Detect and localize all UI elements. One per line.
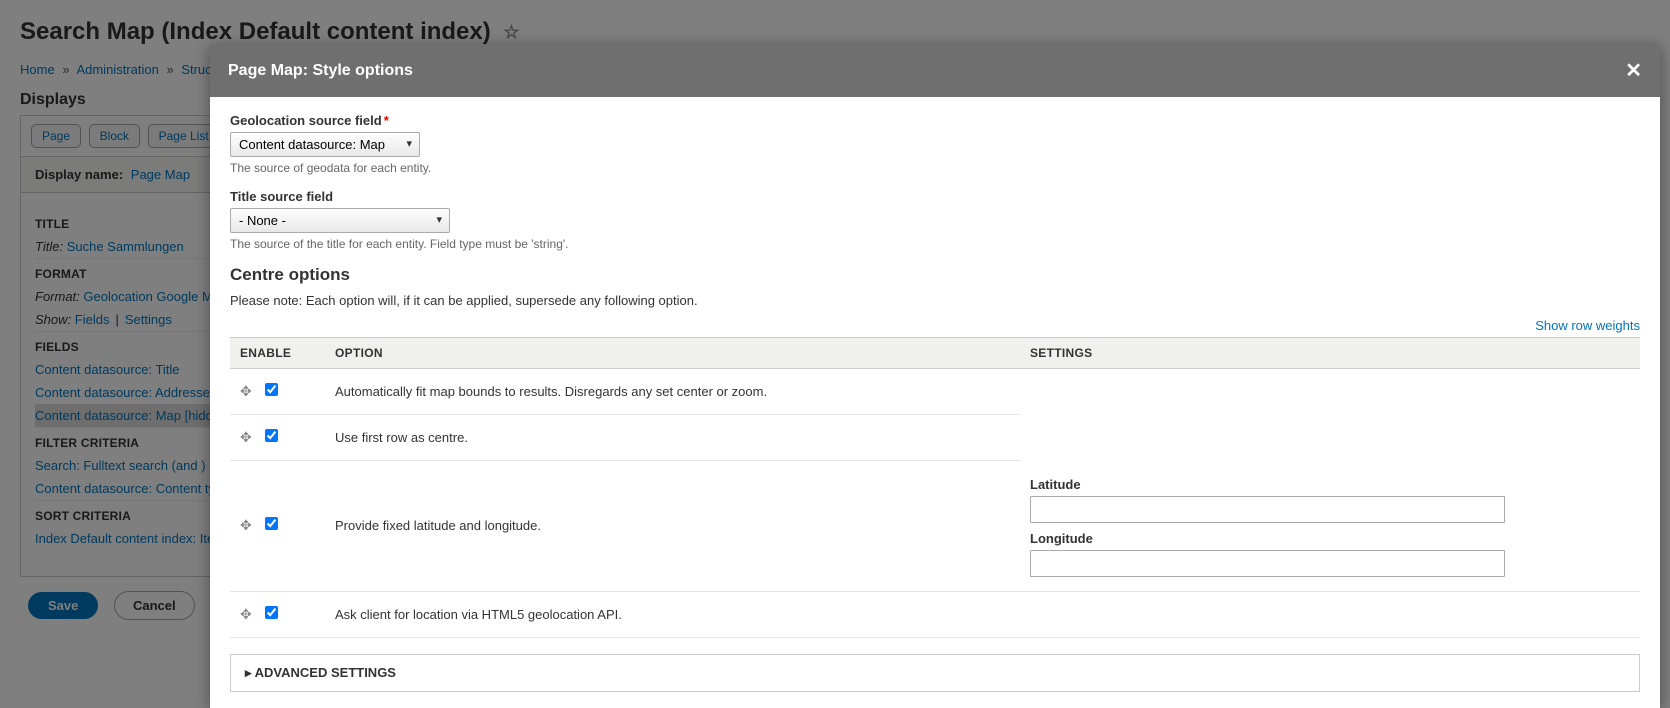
option-fixed-latlon: Provide fixed latitude and longitude. <box>325 461 1020 592</box>
th-settings: SETTINGS <box>1020 338 1640 369</box>
th-option: OPTION <box>325 338 1020 369</box>
modal-header: Page Map: Style options ✕ <box>210 44 1660 97</box>
centre-option-row: ✥ Ask client for location via HTML5 geol… <box>230 591 1640 637</box>
enable-first-row-checkbox[interactable] <box>265 429 278 442</box>
centre-options-table: ENABLE OPTION SETTINGS ✥ Automatically f… <box>230 337 1640 638</box>
advanced-settings-summary[interactable]: ADVANCED SETTINGS <box>231 655 1639 691</box>
geolocation-source-desc: The source of geodata for each entity. <box>230 161 1640 175</box>
geolocation-source-field-item: Geolocation source field* Content dataso… <box>230 113 1640 175</box>
geolocation-source-label: Geolocation source field* <box>230 113 1640 128</box>
option-fit-bounds: Automatically fit map bounds to results.… <box>325 369 1020 415</box>
style-options-modal: Page Map: Style options ✕ Geolocation so… <box>210 44 1660 708</box>
required-marker: * <box>384 113 389 128</box>
option-first-row: Use first row as centre. <box>325 415 1020 461</box>
centre-option-row: ✥ Provide fixed latitude and longitude. … <box>230 461 1640 592</box>
title-source-field-item: Title source field - None - The source o… <box>230 189 1640 251</box>
modal-title: Page Map: Style options <box>228 62 413 80</box>
drag-handle-icon[interactable]: ✥ <box>240 606 252 623</box>
close-icon[interactable]: ✕ <box>1625 58 1642 83</box>
th-enable: ENABLE <box>230 338 325 369</box>
drag-handle-icon[interactable]: ✥ <box>240 517 252 534</box>
longitude-input[interactable] <box>1030 550 1505 577</box>
title-source-label: Title source field <box>230 189 1640 204</box>
title-source-select[interactable]: - None - <box>230 208 450 233</box>
centre-option-row: ✥ Automatically fit map bounds to result… <box>230 369 1640 415</box>
advanced-settings-details[interactable]: ADVANCED SETTINGS <box>230 654 1640 692</box>
enable-fixed-latlon-checkbox[interactable] <box>265 517 278 530</box>
longitude-label: Longitude <box>1030 531 1630 546</box>
centre-options-note: Please note: Each option will, if it can… <box>230 293 1640 308</box>
latitude-label: Latitude <box>1030 477 1630 492</box>
enable-html5-geo-checkbox[interactable] <box>265 606 278 619</box>
centre-options-heading: Centre options <box>230 265 1640 285</box>
row-weights-wrap: Show row weights <box>230 314 1640 337</box>
modal-body: Geolocation source field* Content dataso… <box>210 97 1660 708</box>
drag-handle-icon[interactable]: ✥ <box>240 383 252 400</box>
show-row-weights-link[interactable]: Show row weights <box>1535 318 1640 333</box>
option-html5-geo: Ask client for location via HTML5 geoloc… <box>325 591 1020 637</box>
drag-handle-icon[interactable]: ✥ <box>240 429 252 446</box>
geolocation-source-select[interactable]: Content datasource: Map <box>230 132 420 157</box>
title-source-desc: The source of the title for each entity.… <box>230 237 1640 251</box>
latitude-input[interactable] <box>1030 496 1505 523</box>
enable-fit-bounds-checkbox[interactable] <box>265 383 278 396</box>
